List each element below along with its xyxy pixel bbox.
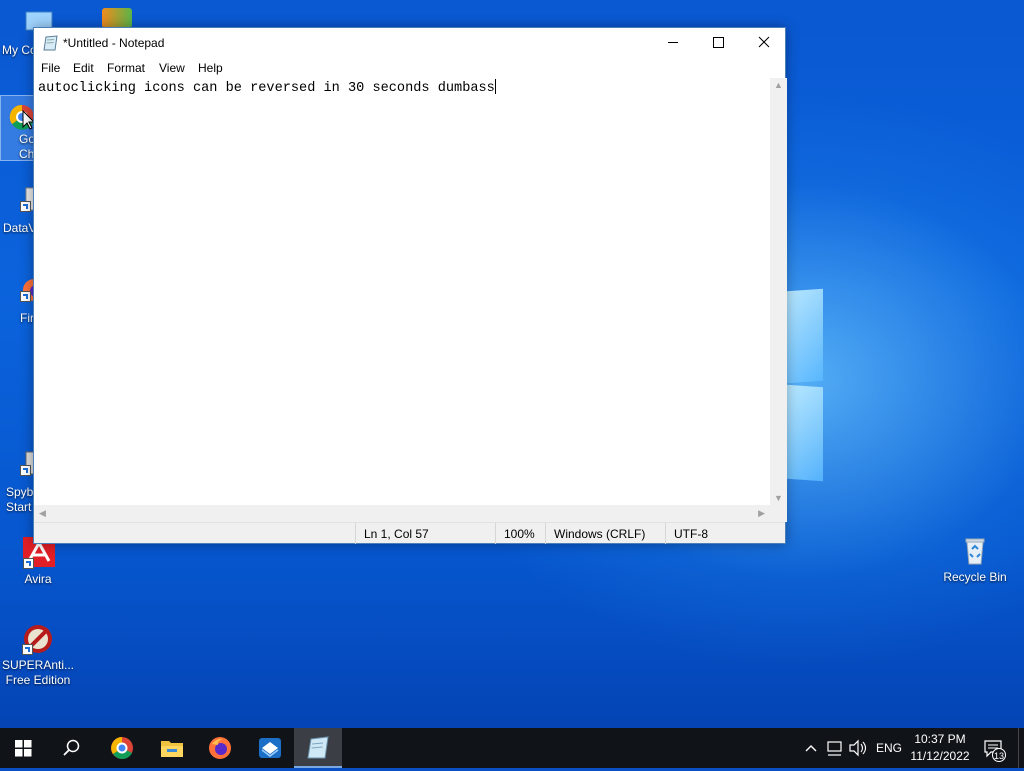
notification-badge: 13	[992, 748, 1007, 762]
tray-show-hidden[interactable]	[800, 728, 822, 768]
file-explorer-icon	[161, 741, 183, 757]
vertical-scrollbar[interactable]: ▲ ▼	[770, 78, 787, 505]
status-position: Ln 1, Col 57	[355, 523, 495, 544]
text-editor[interactable]: autoclicking icons can be reversed in 30…	[34, 78, 770, 505]
shortcut-arrow-icon	[23, 558, 34, 569]
clock-time: 10:37 PM	[914, 732, 966, 746]
status-encoding-text: UTF-8	[674, 527, 708, 541]
status-zoom: 100%	[495, 523, 546, 544]
desktop-icon-label: Avira	[24, 572, 52, 586]
clock-date: 11/12/2022	[910, 749, 970, 763]
taskbar-app[interactable]	[246, 728, 294, 768]
shortcut-arrow-icon	[20, 201, 31, 212]
language-indicator: ENG	[876, 741, 903, 755]
desktop-icon-app-top[interactable]	[100, 6, 134, 28]
status-position-text: Ln 1, Col 57	[364, 527, 429, 541]
superantispyware-icon	[22, 623, 54, 655]
start-button[interactable]	[0, 728, 48, 768]
taskbar-chrome[interactable]	[98, 728, 146, 768]
taskbar: ENG 10:37 PM 11/12/2022 13	[0, 728, 1024, 768]
app-icon	[259, 738, 281, 758]
firefox-icon	[209, 737, 231, 759]
shortcut-arrow-icon	[20, 291, 31, 302]
tray-volume[interactable]	[847, 728, 869, 768]
scroll-left-icon[interactable]: ◀	[39, 508, 46, 519]
recycle-bin-icon	[959, 535, 991, 567]
window-title: *Untitled - Notepad	[63, 36, 165, 50]
taskbar-file-explorer[interactable]	[148, 728, 196, 768]
scroll-down-icon[interactable]: ▼	[774, 493, 783, 503]
network-icon	[827, 741, 842, 756]
desktop-icon-superantispyware[interactable]: SUPERAnti... Free Edition	[0, 623, 76, 688]
taskbar-clock[interactable]: 10:37 PM 11/12/2022	[906, 731, 974, 765]
shortcut-arrow-icon	[20, 465, 31, 476]
wallpaper-logo-pane	[787, 384, 823, 482]
menu-format[interactable]: Format	[107, 61, 145, 75]
notepad-window[interactable]: *Untitled - Notepad File Edit Format Vie…	[33, 27, 787, 544]
title-bar[interactable]: *Untitled - Notepad	[34, 28, 785, 58]
menu-view[interactable]: View	[159, 61, 185, 75]
search-icon	[63, 739, 80, 756]
chevron-up-icon	[805, 745, 817, 752]
desktop-icon-label: Recycle Bin	[943, 570, 1007, 584]
text-caret	[494, 79, 496, 94]
maximize-button[interactable]	[696, 28, 742, 58]
taskbar-firefox[interactable]	[196, 728, 244, 768]
search-button[interactable]	[48, 728, 96, 768]
status-line-ending: Windows (CRLF)	[545, 523, 666, 544]
status-bar: Ln 1, Col 57 100% Windows (CRLF) UTF-8	[34, 522, 786, 544]
minimize-icon	[668, 42, 678, 43]
volume-icon	[849, 739, 867, 757]
desktop-icon-avira[interactable]: Avira	[0, 537, 76, 587]
tray-language[interactable]: ENG	[874, 728, 902, 768]
menu-help[interactable]: Help	[198, 61, 223, 75]
notepad-icon	[307, 736, 329, 759]
menu-edit[interactable]: Edit	[73, 61, 94, 75]
size-grip[interactable]	[770, 505, 787, 522]
close-icon	[758, 36, 770, 48]
wallpaper-logo-pane	[787, 288, 823, 384]
chrome-icon	[111, 737, 133, 759]
tray-network[interactable]	[824, 728, 846, 768]
taskbar-notepad[interactable]	[294, 728, 342, 768]
desktop-icon-label: SUPERAnti... Free Edition	[1, 658, 75, 687]
desktop: My Co Go Ch DataV Fir Spyb Start Avira S…	[0, 0, 1024, 728]
menu-file[interactable]: File	[41, 61, 60, 75]
scroll-up-icon[interactable]: ▲	[774, 80, 783, 90]
status-line-ending-text: Windows (CRLF)	[554, 527, 646, 541]
status-encoding: UTF-8	[665, 523, 786, 544]
maximize-icon	[713, 37, 724, 48]
minimize-button[interactable]	[650, 28, 696, 58]
notepad-icon	[43, 35, 58, 51]
horizontal-scrollbar[interactable]: ◀ ▶	[34, 505, 770, 522]
status-zoom-text: 100%	[504, 527, 535, 541]
action-center-button[interactable]: 13	[980, 728, 1010, 768]
shortcut-arrow-icon	[22, 644, 33, 655]
scroll-right-icon[interactable]: ▶	[758, 508, 765, 519]
menu-bar: File Edit Format View Help	[34, 58, 785, 78]
app-icon	[102, 8, 132, 28]
close-button[interactable]	[741, 28, 787, 58]
editor-content: autoclicking icons can be reversed in 30…	[38, 81, 495, 96]
show-desktop-button[interactable]	[1018, 728, 1024, 768]
desktop-icon-recycle-bin[interactable]: Recycle Bin	[937, 535, 1013, 585]
desktop-icon-label: Go Ch	[19, 132, 36, 161]
start-icon	[15, 740, 32, 757]
